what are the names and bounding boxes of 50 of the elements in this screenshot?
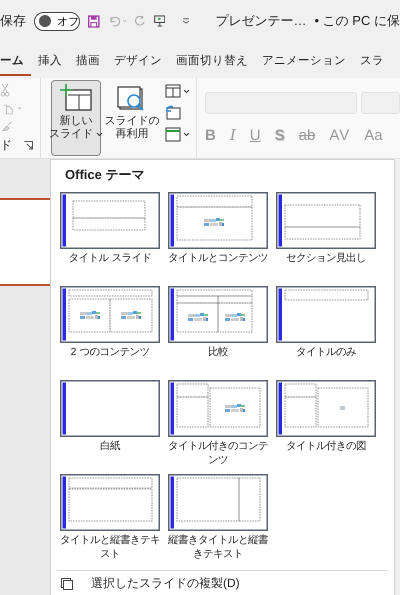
dialog-launcher-icon[interactable] xyxy=(24,141,33,150)
layout-preview-icon xyxy=(168,286,268,343)
layout-preview-icon xyxy=(276,286,376,343)
ribbon-tab[interactable]: 描画 xyxy=(69,44,107,76)
layout-option[interactable]: 2 つのコンテンツ xyxy=(56,286,164,380)
present-icon[interactable] xyxy=(154,13,166,29)
gallery-heading: Office テーマ xyxy=(64,166,146,184)
section-dropdown[interactable] xyxy=(165,127,190,142)
layout-option[interactable]: タイトルと縦書きテキスト xyxy=(56,474,164,568)
layout-preview-icon xyxy=(168,380,268,437)
layout-preview-icon xyxy=(168,474,268,531)
save-icon[interactable] xyxy=(88,12,100,30)
group-label: ド xyxy=(0,137,12,154)
autosave-toggle[interactable]: オフ xyxy=(34,12,80,30)
reuse-slides-button[interactable]: スライドの 再利用 xyxy=(103,80,161,156)
layout-preview-icon xyxy=(276,380,376,437)
layout-option[interactable]: 縦書きタイトルと縦書きテキスト xyxy=(164,474,272,568)
ribbon-tab[interactable]: アニメーション xyxy=(255,44,353,76)
save-location: • この PC に保 xyxy=(314,12,400,30)
caret-icon xyxy=(183,88,190,94)
ribbon-tab[interactable]: ーム xyxy=(0,44,31,76)
autosave-label: 保存 xyxy=(0,12,26,30)
layout-preview-icon xyxy=(60,380,160,437)
reset-icon[interactable] xyxy=(165,105,181,120)
layout-dropdown[interactable] xyxy=(165,84,190,98)
caret-icon xyxy=(183,132,190,137)
layout-preview-icon xyxy=(276,192,376,249)
layout-option[interactable]: セクション見出し xyxy=(272,192,380,286)
layout-option[interactable]: 白紙 xyxy=(56,380,164,474)
ribbon-tab[interactable]: スラ xyxy=(353,44,391,76)
slide-thumbnail[interactable] xyxy=(0,198,50,286)
caret-icon xyxy=(96,132,104,138)
customize-caret-icon[interactable] xyxy=(181,16,192,26)
layout-preview-icon xyxy=(60,192,160,249)
layout-preview-icon xyxy=(60,474,160,531)
menu-item[interactable]: 選択したスライドの複製(D) xyxy=(51,571,394,595)
layout-preview-icon xyxy=(60,286,160,343)
new-slide-button[interactable]: 新しい スライド xyxy=(51,80,101,156)
ribbon-tab[interactable]: 挿入 xyxy=(31,44,69,76)
layout-option[interactable]: タイトル スライド xyxy=(56,192,164,286)
duplicate-icon xyxy=(61,578,73,590)
layout-option[interactable]: タイトルとコンテンツ xyxy=(164,192,272,286)
ribbon-tab[interactable]: デザイン xyxy=(107,44,169,76)
layout-option[interactable]: タイトル付きの図 xyxy=(272,380,380,474)
ribbon-tab[interactable]: 画面切り替え xyxy=(169,44,255,76)
layout-preview-icon xyxy=(168,192,268,249)
document-title[interactable]: プレゼンテー… xyxy=(216,12,307,30)
layout-option[interactable]: タイトルのみ xyxy=(272,286,380,380)
layout-option[interactable]: 比較 xyxy=(164,286,272,380)
layout-option[interactable]: タイトル付きのコンテンツ xyxy=(164,380,272,474)
